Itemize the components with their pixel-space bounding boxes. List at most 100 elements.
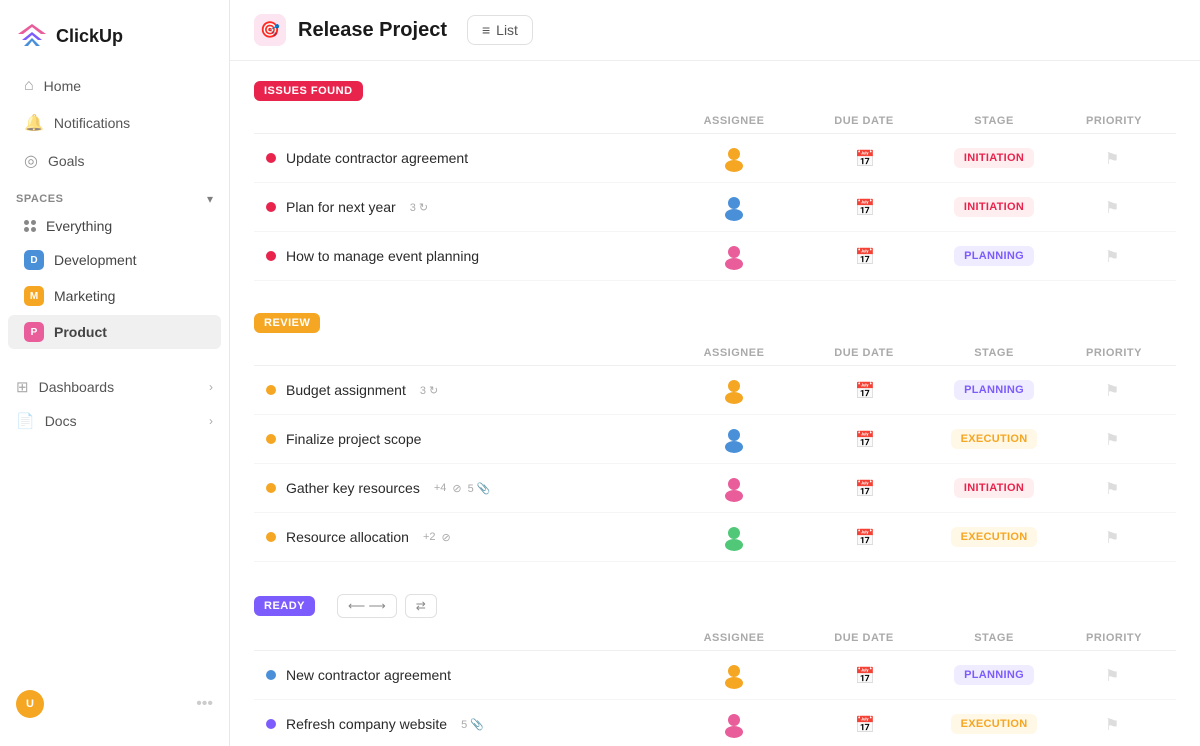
- stage-badge: INITIATION: [954, 478, 1034, 498]
- nav-dashboards[interactable]: ⊞ Dashboards ›: [0, 371, 229, 403]
- group-ready-header: READY ⟵ ⟶ ⇄: [254, 594, 1176, 618]
- stage-cell: INITIATION: [924, 148, 1064, 168]
- task-name-cell: Resource allocation +2 ⊘: [266, 529, 664, 545]
- due-date-cell: 📅: [804, 715, 924, 733]
- priority-cell: ⚑: [1064, 430, 1164, 448]
- calendar-icon: 📅: [855, 715, 873, 733]
- logo-area: ClickUp: [0, 12, 229, 68]
- stage-badge: PLANNING: [954, 380, 1034, 400]
- assignee-cell: [664, 710, 804, 738]
- due-date-cell: 📅: [804, 666, 924, 684]
- calendar-icon: 📅: [855, 430, 873, 448]
- link-icon: ⊘: [452, 482, 461, 495]
- calendar-icon: 📅: [855, 479, 873, 497]
- priority-icon: ⚑: [1105, 528, 1123, 546]
- nav-notifications[interactable]: 🔔 Notifications: [8, 105, 221, 141]
- task-dot: [266, 202, 276, 212]
- task-dot: [266, 670, 276, 680]
- table-row[interactable]: New contractor agreement 📅 PLANNING ⚑: [254, 651, 1176, 700]
- task-name-cell: How to manage event planning: [266, 248, 664, 264]
- calendar-icon: 📅: [855, 247, 873, 265]
- project-title: Release Project: [298, 19, 447, 42]
- nav-goals[interactable]: ◎ Goals: [8, 143, 221, 179]
- toolbar-btn-1[interactable]: ⟵ ⟶: [337, 594, 397, 618]
- task-extras: 5 📎: [461, 718, 484, 731]
- sidebar-item-everything[interactable]: Everything: [8, 211, 221, 241]
- stage-cell: EXECUTION: [924, 714, 1064, 734]
- user-avatar[interactable]: U: [16, 690, 44, 718]
- task-extras: 3 ↻: [420, 384, 438, 397]
- stage-badge: PLANNING: [954, 665, 1034, 685]
- calendar-icon: 📅: [855, 198, 873, 216]
- top-bar: 🎯 Release Project ≡ List: [230, 0, 1200, 61]
- task-extras: +2 ⊘: [423, 531, 451, 544]
- nav-docs[interactable]: 📄 Docs ›: [0, 405, 229, 437]
- table-row[interactable]: Finalize project scope 📅 EXECUTION ⚑: [254, 415, 1176, 464]
- due-date-cell: 📅: [804, 149, 924, 167]
- assignee-cell: [664, 523, 804, 551]
- sidebar-item-development[interactable]: D Development: [8, 243, 221, 277]
- ready-badge: READY: [254, 596, 315, 616]
- assignee-cell: [664, 661, 804, 689]
- table-row[interactable]: Plan for next year 3 ↻ 📅 INITIATION: [254, 183, 1176, 232]
- priority-icon: ⚑: [1105, 430, 1123, 448]
- task-extras: 3 ↻: [410, 201, 428, 214]
- col-assignee-1: ASSIGNEE: [664, 115, 804, 127]
- stage-cell: EXECUTION: [924, 527, 1064, 547]
- group-issues-header: ISSUES FOUND: [254, 81, 1176, 101]
- subtask-count: 3 ↻: [420, 384, 438, 397]
- list-icon: ≡: [482, 22, 490, 38]
- avatar: [720, 474, 748, 502]
- priority-icon: ⚑: [1105, 666, 1123, 684]
- development-icon: D: [24, 250, 44, 270]
- nav-home[interactable]: ⌂ Home: [8, 69, 221, 103]
- priority-icon: ⚑: [1105, 715, 1123, 733]
- priority-icon: ⚑: [1105, 479, 1123, 497]
- group-ready: READY ⟵ ⟶ ⇄ ASSIGNEE DUE DATE STAGE PRIO…: [254, 594, 1176, 746]
- table-row[interactable]: Resource allocation +2 ⊘ 📅 EXECUTION: [254, 513, 1176, 562]
- stage-badge: EXECUTION: [951, 527, 1038, 547]
- task-name-cell: New contractor agreement: [266, 667, 664, 683]
- sidebar-item-marketing[interactable]: M Marketing: [8, 279, 221, 313]
- user-area: U •••: [0, 674, 229, 734]
- task-dot: [266, 532, 276, 542]
- calendar-icon: 📅: [855, 381, 873, 399]
- stage-badge: INITIATION: [954, 148, 1034, 168]
- avatar: [720, 661, 748, 689]
- due-date-cell: 📅: [804, 198, 924, 216]
- review-table-header: ASSIGNEE DUE DATE STAGE PRIORITY: [254, 341, 1176, 366]
- task-dot: [266, 251, 276, 261]
- target-icon: ◎: [24, 151, 38, 171]
- list-view-button[interactable]: ≡ List: [467, 15, 533, 45]
- toolbar-btn-2[interactable]: ⇄: [405, 594, 437, 618]
- assignee-cell: [664, 193, 804, 221]
- due-date-cell: 📅: [804, 381, 924, 399]
- priority-cell: ⚑: [1064, 528, 1164, 546]
- task-name-cell: Update contractor agreement: [266, 150, 664, 166]
- priority-cell: ⚑: [1064, 666, 1164, 684]
- task-dot: [266, 719, 276, 729]
- marketing-icon: M: [24, 286, 44, 306]
- task-dot: [266, 153, 276, 163]
- task-name-cell: Plan for next year 3 ↻: [266, 199, 664, 215]
- table-row[interactable]: Gather key resources +4 ⊘ 5 📎 📅: [254, 464, 1176, 513]
- content-area: ISSUES FOUND ASSIGNEE DUE DATE STAGE PRI…: [230, 61, 1200, 746]
- table-row[interactable]: How to manage event planning 📅 PLANNING …: [254, 232, 1176, 281]
- product-icon: P: [24, 322, 44, 342]
- col-due-date-2: DUE DATE: [804, 347, 924, 359]
- priority-icon: ⚑: [1105, 149, 1123, 167]
- chevron-down-icon[interactable]: ▾: [207, 192, 213, 206]
- col-stage-1: STAGE: [924, 115, 1064, 127]
- sidebar-item-product[interactable]: P Product: [8, 315, 221, 349]
- col-assignee-2: ASSIGNEE: [664, 347, 804, 359]
- avatar: [720, 242, 748, 270]
- logo-text: ClickUp: [56, 26, 123, 47]
- col-due-date-1: DUE DATE: [804, 115, 924, 127]
- table-row[interactable]: Update contractor agreement 📅 INITIATION…: [254, 134, 1176, 183]
- calendar-icon: 📅: [855, 149, 873, 167]
- table-row[interactable]: Budget assignment 3 ↻ 📅 PLANNING: [254, 366, 1176, 415]
- dashboards-icon: ⊞: [16, 378, 29, 396]
- col-name: [266, 632, 664, 644]
- col-name: [266, 115, 664, 127]
- table-row[interactable]: Refresh company website 5 📎 📅 EXECUTION: [254, 700, 1176, 746]
